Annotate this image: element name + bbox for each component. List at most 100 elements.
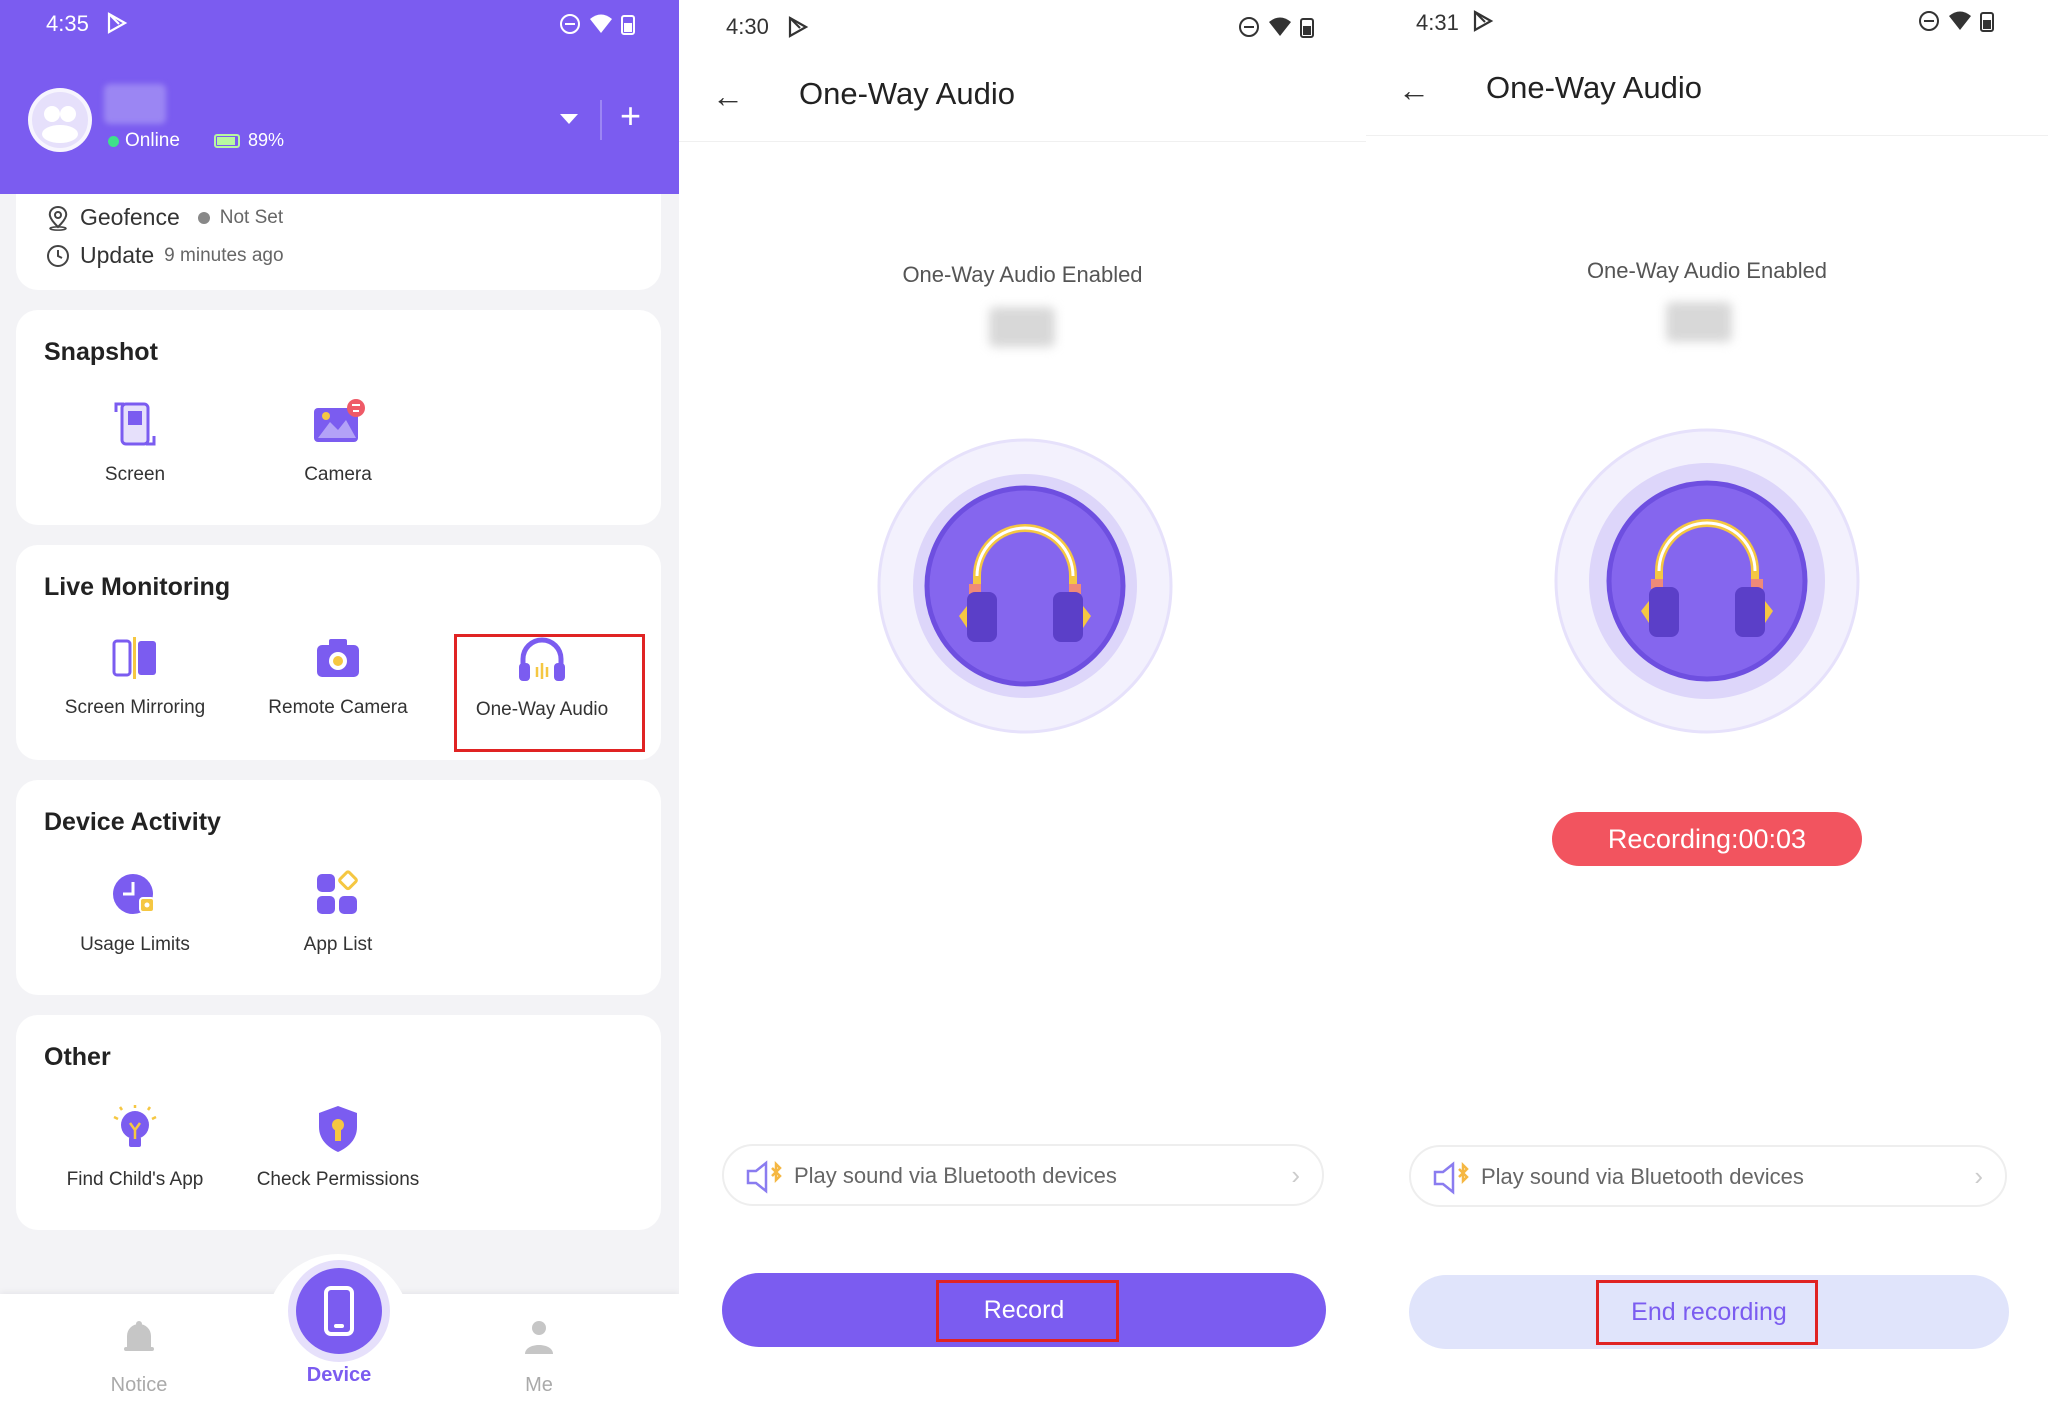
remote-camera-tile[interactable]: Remote Camera bbox=[238, 633, 438, 719]
nav-notice[interactable]: Notice bbox=[69, 1318, 209, 1397]
device-header: 4:35 Online 89% + bbox=[0, 0, 679, 194]
family-icon bbox=[42, 106, 78, 143]
battery-icon bbox=[214, 133, 240, 148]
nav-me[interactable]: Me bbox=[469, 1318, 609, 1397]
page-title: One-Way Audio bbox=[799, 76, 1015, 111]
wifi-icon bbox=[590, 14, 612, 33]
remote-camera-icon bbox=[317, 639, 359, 677]
back-arrow-icon[interactable]: ← bbox=[1398, 74, 1430, 106]
device-activity-title: Device Activity bbox=[44, 808, 221, 836]
device-battery: 89% bbox=[214, 130, 284, 151]
screenshot-icon bbox=[114, 402, 156, 446]
live-monitoring-title: Live Monitoring bbox=[44, 573, 231, 601]
other-title: Other bbox=[44, 1043, 111, 1071]
screen-mirroring-label: Screen Mirroring bbox=[64, 697, 206, 718]
screen-mirroring-icon bbox=[112, 637, 156, 679]
battery-status-icon bbox=[1300, 18, 1314, 38]
header-divider bbox=[600, 100, 602, 140]
update-row: Update 9 minutes ago bbox=[46, 242, 284, 269]
play-store-icon bbox=[788, 16, 809, 38]
nav-me-label: Me bbox=[525, 1374, 553, 1396]
bluetooth-label: Play sound via Bluetooth devices bbox=[1481, 1164, 1804, 1189]
speaker-bluetooth-icon bbox=[746, 1160, 782, 1194]
update-value: 9 minutes ago bbox=[164, 244, 284, 266]
speaker-bluetooth-icon bbox=[1433, 1161, 1469, 1195]
child-name-blurred bbox=[104, 84, 166, 124]
nav-notice-label: Notice bbox=[110, 1374, 168, 1396]
recording-timer-label: Recording:00:03 bbox=[1607, 824, 1807, 854]
app-list-icon bbox=[317, 870, 358, 914]
other-card: Other Find Child's App Check Permissions bbox=[16, 1015, 661, 1230]
location-pin-icon bbox=[48, 205, 68, 231]
screen-label: Screen bbox=[104, 464, 166, 485]
highlight-box-one-way-audio bbox=[454, 634, 645, 752]
battery-label: 89% bbox=[248, 130, 285, 150]
play-store-icon bbox=[1473, 10, 1494, 32]
dnd-icon bbox=[1919, 11, 1939, 31]
find-childs-app-tile[interactable]: Find Child's App bbox=[35, 1103, 235, 1191]
headphones-illustration-icon bbox=[1554, 428, 1860, 734]
online-status: Online bbox=[108, 130, 180, 152]
bluetooth-option[interactable]: Play sound via Bluetooth devices › bbox=[722, 1144, 1324, 1206]
wifi-icon bbox=[1269, 17, 1291, 36]
camera-label: Camera bbox=[304, 464, 372, 485]
usage-limits-icon bbox=[113, 874, 155, 914]
screen-mirroring-tile[interactable]: Screen Mirroring bbox=[35, 633, 235, 719]
photo-camera-icon bbox=[314, 399, 365, 442]
child-name-blurred bbox=[1666, 302, 1732, 342]
device-switch-dropdown-icon[interactable] bbox=[560, 114, 578, 124]
usage-limits-tile[interactable]: Usage Limits bbox=[35, 868, 235, 956]
highlight-box-record bbox=[936, 1280, 1119, 1342]
status-time: 4:30 bbox=[726, 14, 769, 39]
app-bar: ← One-Way Audio bbox=[1366, 44, 2048, 136]
status-time: 4:35 bbox=[46, 11, 89, 36]
find-childs-app-label: Find Child's App bbox=[66, 1169, 204, 1190]
geofence-row[interactable]: Geofence Not Set bbox=[46, 204, 283, 231]
status-bar: 4:30 bbox=[679, 0, 1366, 50]
status-bar: 4:31 bbox=[1366, 0, 2048, 50]
person-icon bbox=[525, 1321, 553, 1354]
recording-timer-badge: Recording:00:03 bbox=[1552, 812, 1862, 866]
highlight-box-end-recording bbox=[1596, 1280, 1818, 1345]
geofence-status-dot bbox=[197, 211, 210, 224]
check-permissions-tile[interactable]: Check Permissions bbox=[238, 1103, 438, 1191]
play-store-icon bbox=[107, 12, 128, 34]
shield-icon bbox=[319, 1106, 357, 1152]
bell-icon bbox=[124, 1321, 154, 1351]
status-bar: 4:35 bbox=[0, 0, 679, 48]
device-dashboard-panel: 4:35 Online 89% + Geofence Not Set Updat… bbox=[0, 0, 679, 1402]
audio-enabled-label: One-Way Audio Enabled bbox=[902, 262, 1143, 287]
geofence-value: Not Set bbox=[219, 206, 284, 228]
back-arrow-icon[interactable]: ← bbox=[712, 80, 744, 112]
app-list-tile[interactable]: App List bbox=[238, 868, 438, 956]
bluetooth-option[interactable]: Play sound via Bluetooth devices › bbox=[1409, 1145, 2007, 1207]
chevron-right-icon: › bbox=[1291, 1160, 1300, 1190]
clock-icon bbox=[47, 244, 69, 267]
wifi-icon bbox=[1949, 11, 1971, 30]
camera-tile[interactable]: Camera bbox=[238, 398, 438, 486]
usage-limits-label: Usage Limits bbox=[80, 934, 190, 955]
avatar[interactable] bbox=[28, 88, 92, 152]
battery-status-icon bbox=[1980, 12, 1994, 32]
chevron-right-icon: › bbox=[1974, 1161, 1983, 1191]
page-title: One-Way Audio bbox=[1486, 70, 1702, 105]
app-bar: ← One-Way Audio bbox=[679, 50, 1366, 142]
snapshot-card: Snapshot Screen Camera bbox=[16, 310, 661, 525]
phone-icon bbox=[324, 1286, 354, 1336]
screen-tile[interactable]: Screen bbox=[35, 398, 235, 486]
device-info-card: Geofence Not Set Update 9 minutes ago bbox=[16, 194, 661, 290]
check-permissions-label: Check Permissions bbox=[256, 1169, 420, 1190]
bluetooth-label: Play sound via Bluetooth devices bbox=[794, 1163, 1117, 1188]
app-list-label: App List bbox=[303, 934, 373, 955]
dnd-icon bbox=[1239, 17, 1259, 37]
nav-device-button[interactable] bbox=[296, 1268, 382, 1354]
child-name-blurred bbox=[989, 307, 1055, 347]
online-dot-icon bbox=[108, 135, 119, 147]
geofence-label: Geofence bbox=[80, 204, 180, 230]
device-activity-card: Device Activity Usage Limits App List bbox=[16, 780, 661, 995]
dnd-icon bbox=[560, 14, 580, 34]
remote-camera-label: Remote Camera bbox=[268, 697, 408, 718]
one-way-audio-idle-panel: 4:30 ← One-Way Audio One-Way Audio Enabl… bbox=[679, 0, 1366, 1402]
add-device-button[interactable]: + bbox=[620, 98, 641, 134]
audio-enabled-label: One-Way Audio Enabled bbox=[1586, 258, 1828, 283]
